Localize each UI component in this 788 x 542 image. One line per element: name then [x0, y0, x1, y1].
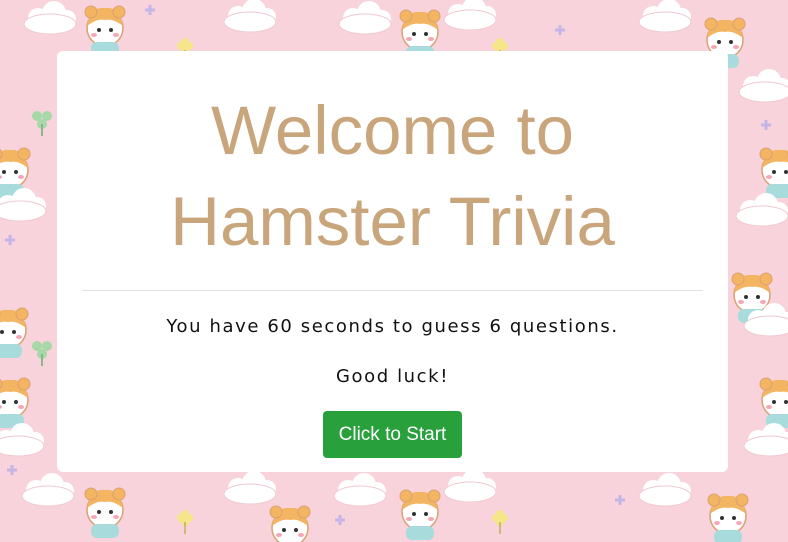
instructions-text: You have 60 seconds to guess 6 questions… — [166, 316, 619, 337]
title-line-1: Welcome to — [210, 92, 575, 169]
good-luck-text: Good luck! — [335, 366, 450, 387]
welcome-card: Welcome to Hamster Trivia You have 60 se… — [57, 51, 728, 472]
title-line-2: Hamster Trivia — [170, 183, 615, 260]
welcome-title: Welcome to Hamster Trivia — [57, 51, 728, 267]
start-button[interactable]: Click to Start — [322, 411, 463, 458]
